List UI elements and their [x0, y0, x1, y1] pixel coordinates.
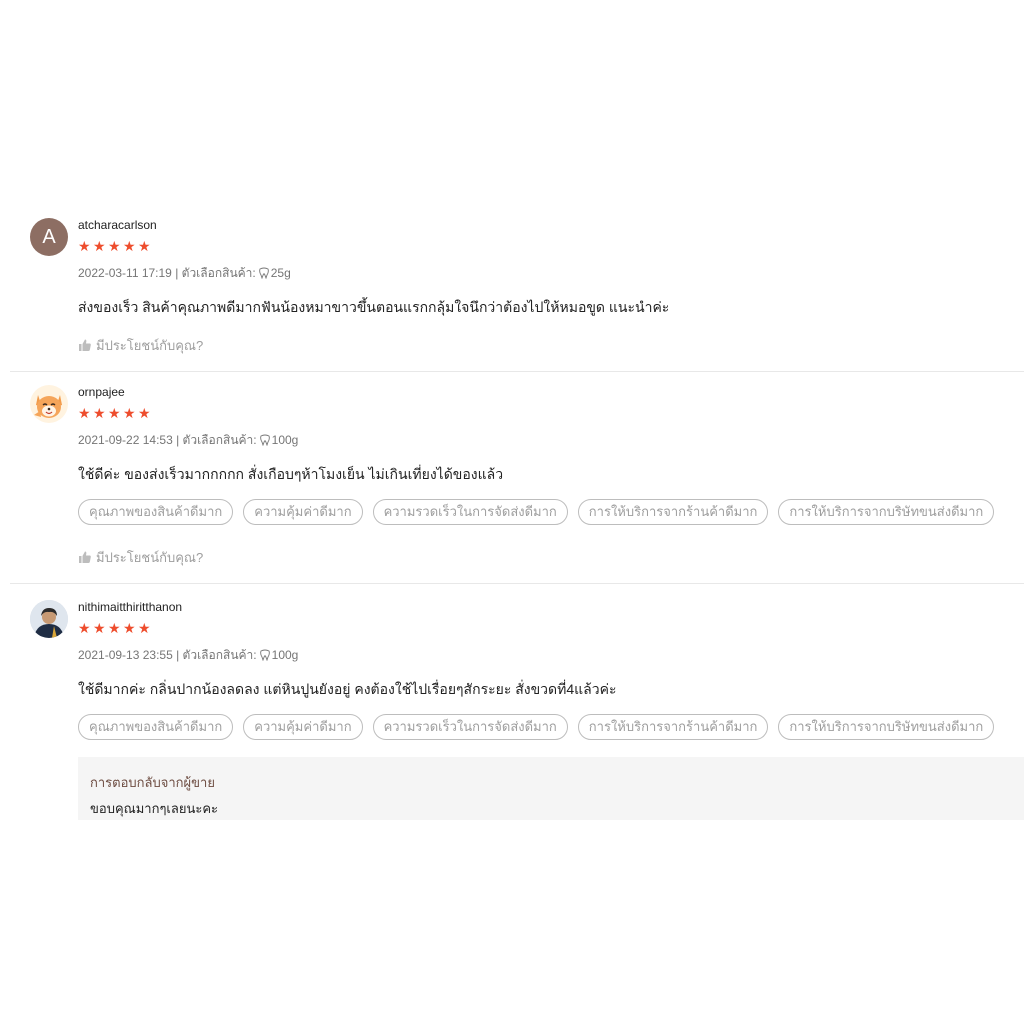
seller-reply-title: การตอบกลับจากผู้ขาย	[90, 775, 215, 790]
review-date: 2022-03-11 17:19	[78, 266, 172, 280]
review-body: ornpajee ★ ★ ★ ★ ★ 2021-09-22 14:53 | ตั…	[78, 385, 1024, 565]
star-icon: ★	[78, 620, 91, 636]
user-photo-icon	[30, 600, 68, 638]
seller-reply: การตอบกลับจากผู้ขาย ขอบคุณมากๆเลยนะคะ	[78, 757, 1024, 820]
star-icon: ★	[123, 238, 136, 254]
review-comment: ใช้ดีค่ะ ของส่งเร็วมากกกกก สั่งเกือบๆห้า…	[78, 466, 504, 482]
star-icon: ★	[123, 405, 136, 421]
username[interactable]: ornpajee	[78, 385, 1024, 399]
review-body: nithimaitthiritthanon ★ ★ ★ ★ ★ 2021-09-…	[78, 600, 1024, 740]
variation-label: | ตัวเลือกสินค้า:	[175, 266, 256, 280]
review-comment: ใช้ดีมากค่ะ กลิ่นปากน้องลดลง แต่หินปูนยั…	[78, 681, 617, 697]
variation-value: 100g	[271, 433, 299, 447]
review-tag: ความคุ้มค่าดีมาก	[243, 499, 363, 525]
avatar[interactable]	[30, 385, 68, 423]
helpful-button[interactable]: มีประโยชน์กับคุณ?	[78, 549, 203, 565]
star-icon: ★	[108, 620, 121, 636]
rating-stars: ★ ★ ★ ★ ★	[78, 406, 1024, 420]
helpful-label: มีประโยชน์กับคุณ?	[96, 549, 204, 565]
thumbs-up-icon	[79, 339, 91, 351]
star-icon: ★	[138, 620, 151, 636]
tooth-icon	[259, 434, 270, 446]
review-item: A atcharacarlson ★ ★ ★ ★ ★ 2022-03-11 17…	[10, 218, 1024, 372]
review-meta: 2021-09-22 14:53 | ตัวเลือกสินค้า: 100g	[78, 433, 1024, 447]
review-tags: คุณภาพของสินค้าดีมาก ความคุ้มค่าดีมาก คว…	[78, 499, 1024, 525]
review-item: nithimaitthiritthanon ★ ★ ★ ★ ★ 2021-09-…	[10, 600, 1024, 822]
star-icon: ★	[78, 238, 91, 254]
variation-label: | ตัวเลือกสินค้า:	[176, 648, 257, 662]
review-body: atcharacarlson ★ ★ ★ ★ ★ 2022-03-11 17:1…	[78, 218, 1024, 353]
star-icon: ★	[138, 238, 151, 254]
review-tag: ความรวดเร็วในการจัดส่งดีมาก	[372, 499, 568, 525]
review-tag: ความรวดเร็วในการจัดส่งดีมาก	[372, 714, 568, 740]
review-tag: การให้บริการจากบริษัทขนส่งดีมาก	[778, 714, 995, 740]
username[interactable]: atcharacarlson	[78, 218, 1024, 232]
thumbs-up-icon	[79, 551, 91, 563]
star-icon: ★	[93, 238, 106, 254]
review-tag: การให้บริการจากร้านค้าดีมาก	[577, 714, 769, 740]
review-tag: ความคุ้มค่าดีมาก	[243, 714, 363, 740]
review-meta: 2022-03-11 17:19 | ตัวเลือกสินค้า: 25g	[78, 266, 1024, 280]
star-icon: ★	[108, 405, 121, 421]
star-icon: ★	[93, 620, 106, 636]
avatar[interactable]	[30, 600, 68, 638]
review-tag: การให้บริการจากบริษัทขนส่งดีมาก	[778, 499, 995, 525]
review-meta: 2021-09-13 23:55 | ตัวเลือกสินค้า: 100g	[78, 648, 1024, 662]
avatar-letter: A	[42, 225, 56, 248]
star-icon: ★	[108, 238, 121, 254]
helpful-button[interactable]: มีประโยชน์กับคุณ?	[78, 337, 203, 353]
variation-value: 100g	[271, 648, 299, 662]
review-tags: คุณภาพของสินค้าดีมาก ความคุ้มค่าดีมาก คว…	[78, 714, 1024, 740]
variation-value: 25g	[270, 266, 291, 280]
tooth-icon	[258, 267, 269, 279]
review-comment: ส่งของเร็ว สินค้าคุณภาพดีมากฟันน้องหมาขา…	[78, 299, 670, 315]
variation-label: | ตัวเลือกสินค้า:	[176, 433, 257, 447]
review-tag: คุณภาพของสินค้าดีมาก	[78, 499, 234, 525]
review-tag: การให้บริการจากร้านค้าดีมาก	[577, 499, 769, 525]
star-icon: ★	[93, 405, 106, 421]
review-item: ornpajee ★ ★ ★ ★ ★ 2021-09-22 14:53 | ตั…	[10, 385, 1024, 584]
rating-stars: ★ ★ ★ ★ ★	[78, 621, 1024, 635]
seller-reply-text: ขอบคุณมากๆเลยนะคะ	[90, 801, 219, 816]
avatar[interactable]: A	[30, 218, 68, 256]
rating-stars: ★ ★ ★ ★ ★	[78, 239, 1024, 253]
star-icon: ★	[78, 405, 91, 421]
review-date: 2021-09-22 14:53	[78, 433, 173, 447]
tooth-icon	[259, 649, 270, 661]
fox-avatar-icon	[34, 395, 62, 418]
star-icon: ★	[138, 405, 151, 421]
helpful-label: มีประโยชน์กับคุณ?	[96, 337, 204, 353]
review-date: 2021-09-13 23:55	[78, 648, 173, 662]
review-tag: คุณภาพของสินค้าดีมาก	[78, 714, 234, 740]
username[interactable]: nithimaitthiritthanon	[78, 600, 1024, 614]
star-icon: ★	[123, 620, 136, 636]
